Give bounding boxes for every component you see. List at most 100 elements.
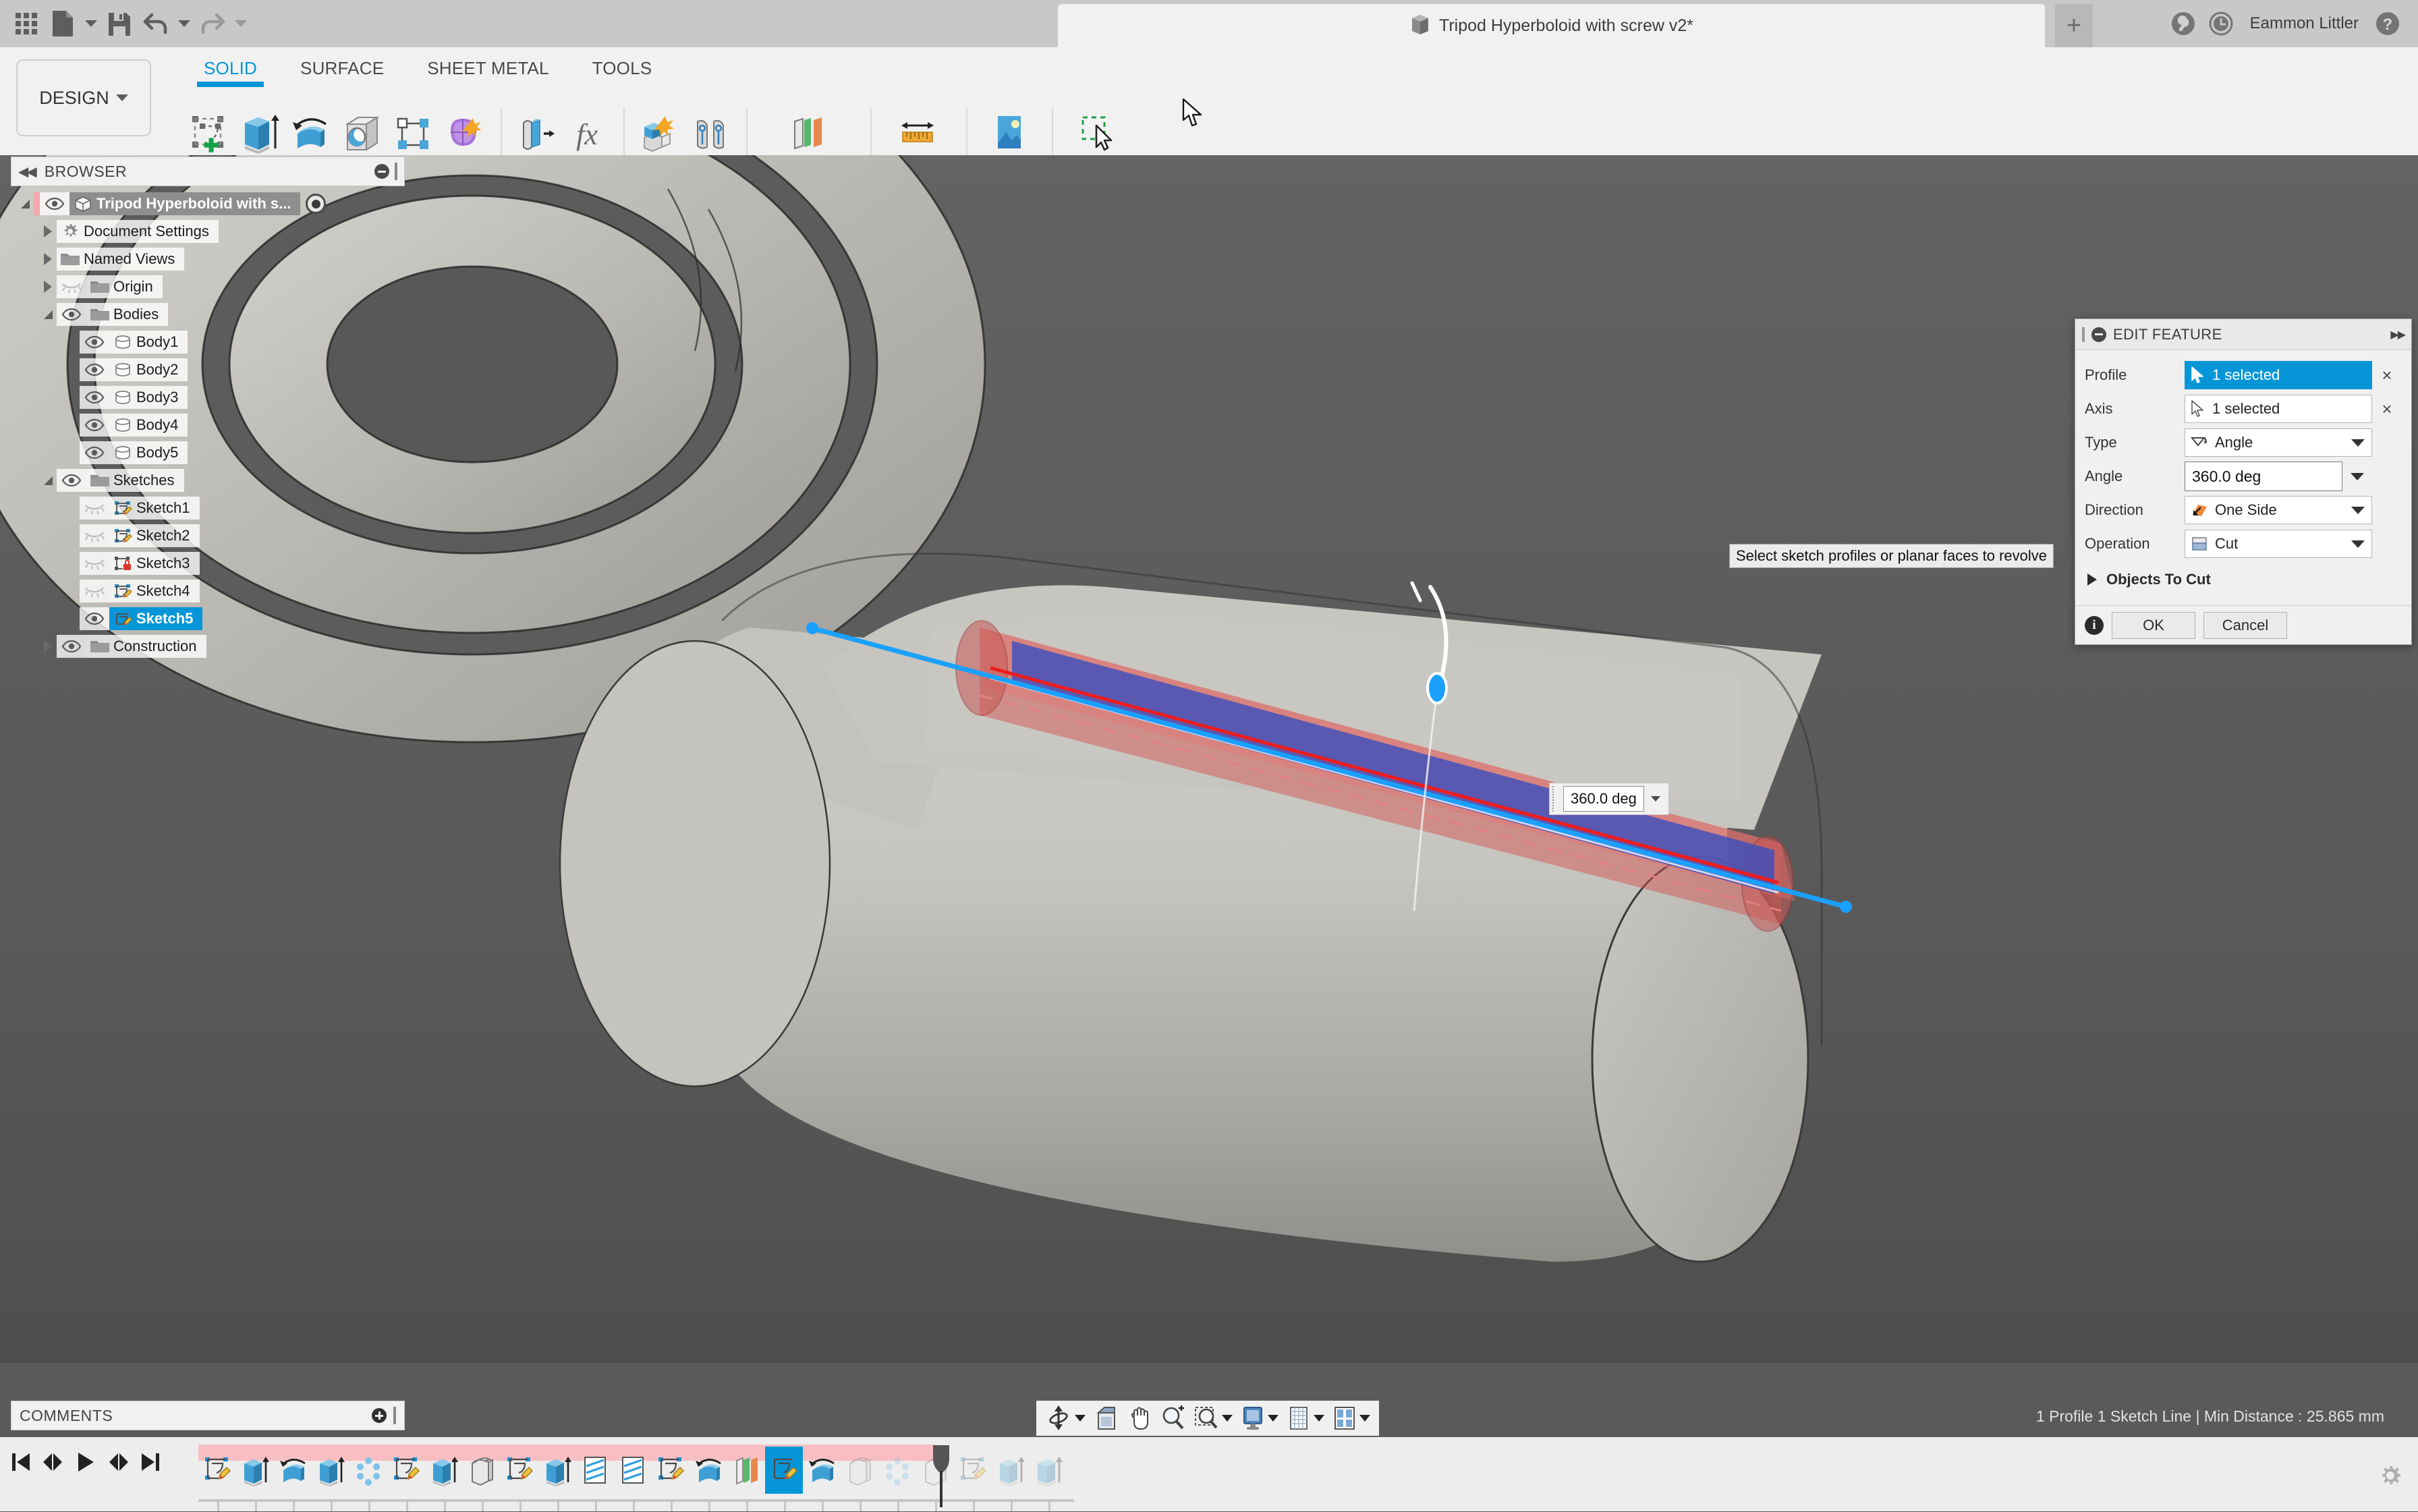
- timeline-feature-extrude[interactable]: [538, 1447, 576, 1494]
- canvas-angle-chevron-down-icon[interactable]: [1646, 796, 1666, 802]
- browser-tree-item-document-settings[interactable]: Document Settings: [11, 218, 405, 245]
- angle-input[interactable]: 360.0 deg: [2185, 461, 2342, 491]
- tree-expand-icon[interactable]: [39, 218, 57, 245]
- offset-plane-icon[interactable]: [787, 109, 829, 154]
- timeline-feature-offset-plane[interactable]: [727, 1447, 765, 1494]
- visibility-off-icon[interactable]: [80, 580, 109, 603]
- tree-item-content[interactable]: Body4: [109, 414, 188, 437]
- tree-item-content[interactable]: Named Views: [57, 248, 185, 271]
- timeline-feature-fillet[interactable]: [463, 1447, 501, 1494]
- redo-chevron-down-icon[interactable]: [232, 6, 250, 41]
- direction-dropdown[interactable]: One Side: [2185, 496, 2372, 524]
- visibility-on-icon[interactable]: [80, 607, 109, 630]
- zoom-window-icon[interactable]: [1191, 1403, 1235, 1433]
- tab-solid[interactable]: SOLID: [182, 53, 279, 87]
- visibility-on-icon[interactable]: [80, 414, 109, 437]
- add-comment-icon[interactable]: [372, 1408, 387, 1423]
- browser-tree-item-sketch4[interactable]: Sketch4: [11, 578, 405, 605]
- activate-component-radio[interactable]: [306, 194, 327, 214]
- browser-collapse-icon[interactable]: ◀◀: [18, 163, 37, 180]
- browser-tree-item-body5[interactable]: Body5: [11, 439, 405, 466]
- go-to-beginning-icon[interactable]: [9, 1448, 32, 1476]
- tree-item-content[interactable]: Body3: [109, 386, 188, 409]
- display-settings-chevron-down-icon[interactable]: [1268, 1415, 1278, 1422]
- timeline-feature-sketch[interactable]: [954, 1447, 992, 1494]
- profile-selection-input[interactable]: 1 selected: [2185, 361, 2372, 389]
- canvas-angle-input[interactable]: 360.0 deg: [1563, 786, 1644, 812]
- look-at-icon[interactable]: [1092, 1403, 1121, 1433]
- timeline-feature-thread[interactable]: [614, 1447, 652, 1494]
- visibility-off-icon[interactable]: [80, 497, 109, 520]
- job-status-icon[interactable]: [2205, 8, 2237, 39]
- timeline-feature-pattern[interactable]: [878, 1447, 916, 1494]
- display-settings-icon[interactable]: [1239, 1403, 1281, 1433]
- tree-expand-icon[interactable]: [39, 273, 57, 300]
- tree-item-content[interactable]: Sketch1: [109, 497, 200, 520]
- tree-item-content[interactable]: Body1: [109, 331, 188, 354]
- tree-item-content[interactable]: Sketch5: [109, 607, 203, 630]
- browser-tree-item-body2[interactable]: Body2: [11, 356, 405, 383]
- select-window-icon[interactable]: [1075, 109, 1117, 154]
- comments-resize-grip[interactable]: [393, 1407, 396, 1424]
- form-icon[interactable]: [444, 109, 486, 154]
- tab-tools[interactable]: TOOLS: [571, 53, 674, 84]
- browser-tree-item-sketch3[interactable]: Sketch3: [11, 550, 405, 577]
- file-menu-chevron-down-icon[interactable]: [82, 6, 100, 41]
- visibility-off-icon[interactable]: [80, 524, 109, 547]
- browser-tree-item-bodies[interactable]: Bodies: [11, 301, 405, 328]
- step-forward-icon[interactable]: [107, 1448, 130, 1476]
- tree-item-content[interactable]: Tripod Hyperboloid with s...: [69, 192, 301, 215]
- canvas-angle-field[interactable]: 360.0 deg: [1549, 783, 1669, 815]
- info-icon[interactable]: i: [2085, 615, 2104, 635]
- objects-to-cut-section[interactable]: Objects To Cut: [2085, 561, 2402, 598]
- operation-dropdown[interactable]: Cut: [2185, 530, 2372, 558]
- zoom-window-chevron-down-icon[interactable]: [1222, 1415, 1233, 1422]
- visibility-on-icon[interactable]: [80, 386, 109, 409]
- browser-tree-item-body1[interactable]: Body1: [11, 329, 405, 356]
- app-grid-icon[interactable]: [9, 6, 43, 41]
- angle-chevron-down-icon[interactable]: [2342, 472, 2372, 480]
- timeline-feature-thread[interactable]: [576, 1447, 614, 1494]
- timeline-feature-extrude[interactable]: [992, 1447, 1030, 1494]
- ok-button[interactable]: OK: [2112, 611, 2195, 639]
- redo-icon[interactable]: [196, 6, 229, 41]
- extrude-icon[interactable]: [239, 109, 281, 154]
- browser-tree-item-body3[interactable]: Body3: [11, 384, 405, 411]
- tab-surface[interactable]: SURFACE: [279, 53, 405, 84]
- timeline-feature-sketch[interactable]: [198, 1447, 236, 1494]
- joint-icon[interactable]: [690, 109, 731, 154]
- file-icon[interactable]: [46, 6, 80, 41]
- dialog-expand-icon[interactable]: ▶▶: [2390, 328, 2406, 341]
- visibility-on-icon[interactable]: [40, 192, 69, 215]
- timeline-feature-fillet[interactable]: [841, 1447, 878, 1494]
- revolve-icon[interactable]: [290, 109, 332, 154]
- visibility-on-icon[interactable]: [57, 635, 86, 658]
- cancel-button[interactable]: Cancel: [2203, 611, 2287, 639]
- orbit-chevron-down-icon[interactable]: [1075, 1415, 1086, 1422]
- user-name[interactable]: Eammon Littler: [2243, 14, 2365, 33]
- tree-expand-icon[interactable]: [39, 246, 57, 273]
- workspace-switcher-button[interactable]: DESIGN: [16, 59, 151, 136]
- visibility-off-icon[interactable]: [57, 275, 86, 298]
- timeline-feature-extrude[interactable]: [1030, 1447, 1067, 1494]
- viewports-icon[interactable]: [1330, 1403, 1372, 1433]
- timeline-feature-sketch[interactable]: [501, 1447, 538, 1494]
- dialog-minimize-icon[interactable]: [2091, 327, 2106, 342]
- timeline-feature-extrude[interactable]: [236, 1447, 274, 1494]
- timeline-feature-extrude[interactable]: [425, 1447, 463, 1494]
- browser-tree-item-sketches[interactable]: Sketches: [11, 467, 405, 494]
- visibility-on-icon[interactable]: [80, 441, 109, 464]
- browser-tree-item-named-views[interactable]: Named Views: [11, 246, 405, 273]
- profile-clear-button[interactable]: ×: [2372, 365, 2402, 386]
- extensions-icon[interactable]: [2168, 8, 2199, 39]
- save-icon[interactable]: [103, 6, 136, 41]
- insert-canvas-icon[interactable]: [988, 109, 1030, 154]
- step-back-icon[interactable]: [42, 1448, 65, 1476]
- browser-minimize-icon[interactable]: [374, 164, 389, 179]
- pan-icon[interactable]: [1125, 1403, 1154, 1433]
- document-tab[interactable]: Tripod Hyperboloid with screw v2*: [1058, 4, 2045, 47]
- grid-snaps-icon[interactable]: [1285, 1403, 1326, 1433]
- zoom-icon[interactable]: [1158, 1403, 1187, 1433]
- tab-sheet-metal[interactable]: SHEET METAL: [405, 53, 570, 84]
- dialog-drag-grip[interactable]: [2082, 327, 2085, 342]
